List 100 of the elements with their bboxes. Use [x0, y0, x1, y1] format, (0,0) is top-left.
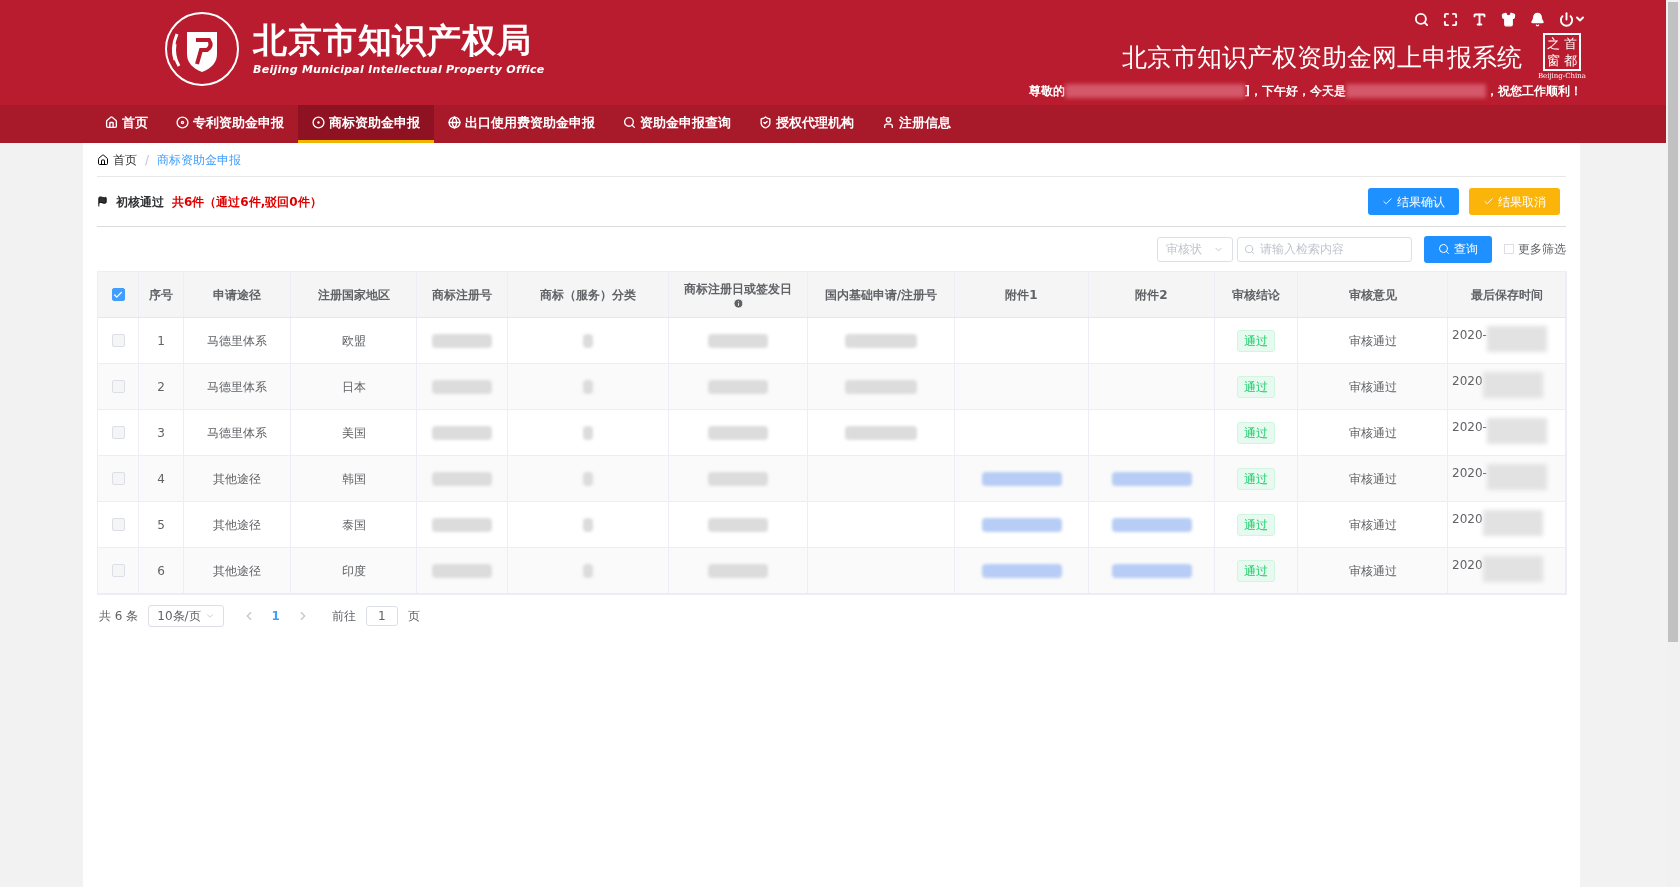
- column-header: 审核结论: [1232, 286, 1280, 304]
- redacted-block: [1486, 326, 1547, 352]
- column-header: 序号: [149, 286, 173, 304]
- home-icon: [97, 153, 109, 166]
- table-cell-text: 马德里体系: [207, 332, 267, 350]
- circle-icon: [312, 116, 325, 129]
- goto-label: 前往: [331, 608, 356, 625]
- column-header: 附件1: [1005, 286, 1038, 304]
- logo-character: 都: [1563, 54, 1577, 68]
- breadcrumb-link[interactable]: 首页: [113, 150, 137, 169]
- column-header: 商标（服务）分类: [540, 286, 636, 304]
- redacted-block: [708, 379, 768, 394]
- table-cell-text: 2020-: [1452, 327, 1487, 344]
- power-menu[interactable]: [1559, 11, 1586, 27]
- check-icon: [1483, 196, 1494, 207]
- status-label: 初核通过: [116, 193, 164, 211]
- status-tag: 通过: [1237, 559, 1275, 582]
- table-cell-text: 1: [157, 332, 165, 350]
- column-header: 商标注册号: [432, 286, 492, 304]
- table-cell-text: 韩国: [341, 470, 366, 488]
- table-cell-text: 其他途径: [213, 562, 261, 580]
- nav-tab[interactable]: 商标资助金申报: [298, 105, 434, 143]
- table-cell-text: 3: [157, 424, 165, 442]
- status-tag: 通过: [1237, 467, 1275, 490]
- table-cell-text: 6: [157, 562, 165, 580]
- table-cell-text: 印度: [341, 562, 366, 580]
- table-cell-text: 马德里体系: [207, 378, 267, 396]
- disc-icon: [176, 116, 189, 129]
- home-icon: [105, 116, 118, 129]
- nav-tab[interactable]: 首页: [91, 105, 162, 143]
- text-size-icon[interactable]: [1472, 11, 1487, 27]
- total-count: 共 6 条: [99, 608, 139, 625]
- redacted-block: [432, 425, 492, 440]
- nav-tab[interactable]: 注册信息: [868, 105, 965, 143]
- redacted-block: [708, 425, 768, 440]
- bell-icon[interactable]: [1530, 11, 1545, 27]
- search-icon: [1438, 243, 1450, 255]
- flag-icon: [97, 196, 108, 207]
- table-cell-text: 审核通过: [1348, 470, 1397, 488]
- column-header: 注册国家地区: [317, 286, 390, 304]
- status-tag: 通过: [1237, 421, 1275, 444]
- table-cell-text: 2020: [1452, 557, 1483, 574]
- table-cell-text: 2020: [1452, 373, 1483, 390]
- table-cell-text: 2020: [1452, 511, 1483, 528]
- checkbox[interactable]: [111, 288, 125, 301]
- check-icon: [1382, 196, 1393, 207]
- redacted-block: [432, 517, 492, 532]
- table-cell-text: 美国: [341, 424, 366, 442]
- status-tag: 通过: [1237, 375, 1275, 398]
- table-cell-text: 泰国: [341, 516, 366, 534]
- nav-tab[interactable]: 出口使用费资助金申报: [434, 105, 609, 143]
- column-header: 审核意见: [1348, 286, 1397, 304]
- table-cell-text: 审核通过: [1348, 562, 1397, 580]
- table-cell-text: 2020-: [1452, 465, 1487, 482]
- table-cell-text: 2: [157, 378, 165, 396]
- column-header: 国内基础申请/注册号: [824, 286, 938, 304]
- redacted-block: [708, 563, 768, 578]
- table-cell-text: 马德里体系: [207, 424, 267, 442]
- redacted-block: [432, 471, 492, 486]
- fullscreen-icon[interactable]: [1443, 11, 1458, 27]
- user-icon: [882, 116, 895, 129]
- table-cell-text: 其他途径: [213, 470, 261, 488]
- nav-tab[interactable]: 专利资助金申报: [162, 105, 298, 143]
- page-size-select[interactable]: 10条/页: [148, 605, 224, 627]
- power-icon: [1559, 11, 1574, 27]
- redacted-block: [583, 333, 593, 348]
- redacted-block: [583, 379, 593, 394]
- status-tag: 通过: [1237, 329, 1275, 352]
- redacted-block: [708, 471, 768, 486]
- page-input[interactable]: 1: [365, 606, 398, 626]
- search-field[interactable]: 请输入检索内容: [1237, 236, 1412, 262]
- redacted-block: [583, 517, 593, 532]
- shirt-icon[interactable]: [1501, 11, 1516, 27]
- caret-icon: [204, 611, 215, 621]
- status-count: 共6件（通过6件,驳回0件）: [172, 193, 322, 211]
- redacted-block: [583, 563, 593, 578]
- redacted-block: [583, 425, 593, 440]
- org-name-english: Beijing Municipal Intellectual Property Office: [253, 61, 545, 78]
- search-icon: [623, 116, 636, 129]
- table-cell-text: 2020-: [1452, 419, 1487, 436]
- logo-character: 之: [1546, 37, 1560, 51]
- column-header: 附件2: [1135, 286, 1168, 304]
- column-header: 最后保存时间: [1470, 286, 1543, 304]
- redacted-block: [583, 471, 593, 486]
- more-filters-checkbox[interactable]: 更多筛选: [1504, 240, 1566, 258]
- search-icon[interactable]: [1414, 11, 1429, 27]
- table-cell-text: 4: [157, 470, 165, 488]
- table-cell-text: 审核通过: [1348, 378, 1397, 396]
- greeting-text: 尊敬的: [1028, 82, 1065, 100]
- nav-tab[interactable]: 资助金申报查询: [609, 105, 745, 143]
- nav-tab[interactable]: 授权代理机构: [745, 105, 868, 143]
- table-cell-text: 日本: [341, 378, 366, 396]
- greeting-text: ，祝您工作顺利！: [1486, 82, 1582, 100]
- table-cell-text: 5: [157, 516, 165, 534]
- org-name: 北京市知识产权局: [253, 19, 533, 62]
- shield-icon: [759, 116, 772, 129]
- globe-icon: [448, 116, 461, 129]
- goto-suffix: 页: [407, 608, 420, 625]
- table-cell-text: 审核通过: [1348, 424, 1397, 442]
- redacted-block: [708, 517, 768, 532]
